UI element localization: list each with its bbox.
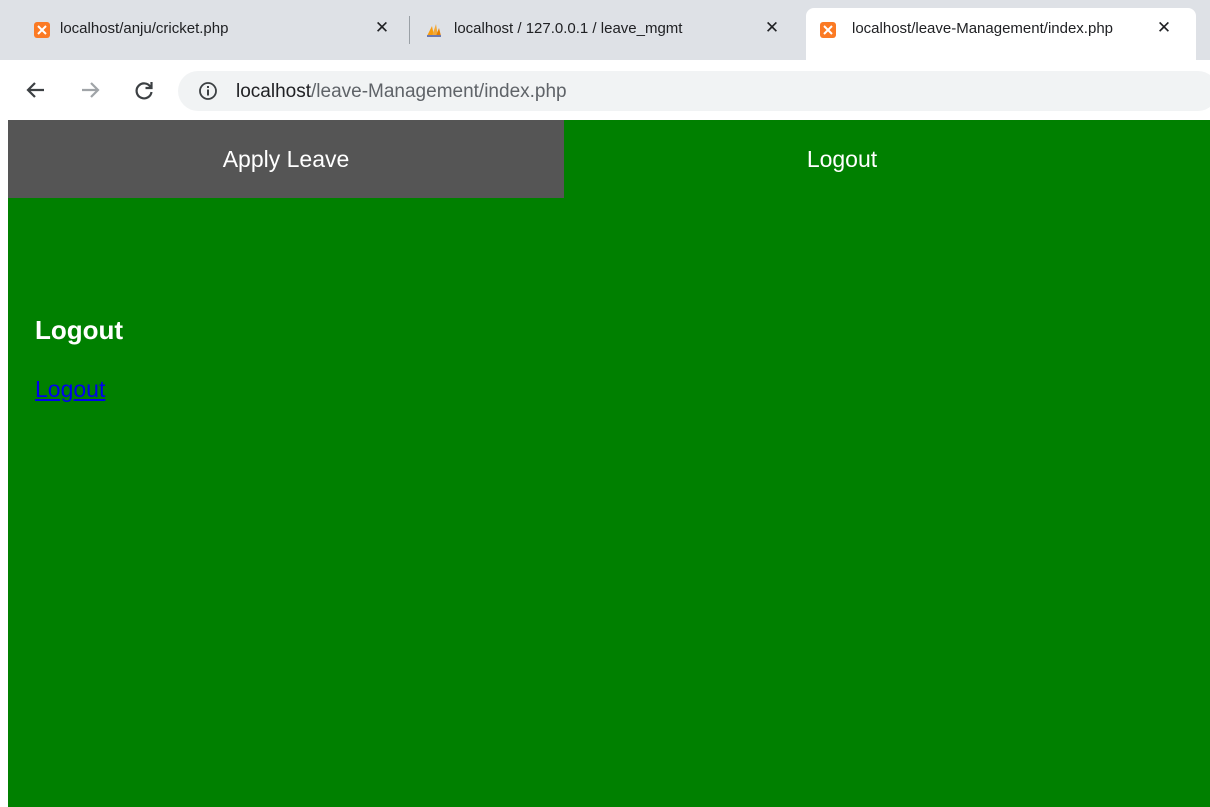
page-viewport: Apply Leave Logout Logout Logout (8, 120, 1210, 807)
reload-button[interactable] (128, 74, 160, 106)
browser-tab-cricket[interactable]: localhost/anju/cricket.php ✕ (20, 8, 404, 60)
main-content: Logout Logout (35, 315, 123, 403)
browser-tab-phpmyadmin[interactable]: localhost / 127.0.0.1 / leave_mgmt ✕ (412, 8, 802, 60)
tab-title: localhost/leave-Management/index.php (852, 20, 1113, 37)
xampp-icon (820, 22, 836, 38)
url-host: localhost (236, 81, 311, 102)
back-button[interactable] (20, 74, 52, 106)
logout-link[interactable]: Logout (35, 376, 105, 403)
close-tab-icon[interactable]: ✕ (762, 18, 782, 38)
browser-toolbar: localhost/leave-Management/index.php (0, 60, 1210, 120)
tab-title: localhost/anju/cricket.php (60, 20, 229, 37)
forward-arrow-icon (82, 82, 100, 98)
url-path: /leave-Management/index.php (311, 81, 567, 102)
close-tab-icon[interactable]: ✕ (1154, 18, 1174, 38)
phpmyadmin-icon (427, 24, 441, 37)
forward-button[interactable] (74, 74, 106, 106)
xampp-icon (34, 22, 50, 38)
url-text: localhost/leave-Management/index.php (236, 81, 567, 103)
info-icon[interactable] (198, 81, 218, 101)
browser-tab-leave-management[interactable]: localhost/leave-Management/index.php ✕ (806, 8, 1196, 60)
back-arrow-icon (26, 82, 44, 98)
reload-icon (135, 82, 153, 100)
nav-apply-leave[interactable]: Apply Leave (8, 120, 564, 198)
tab-separator (409, 16, 410, 44)
close-tab-icon[interactable]: ✕ (372, 18, 392, 38)
browser-tab-strip: localhost/anju/cricket.php ✕ localhost /… (0, 0, 1210, 60)
address-bar[interactable]: localhost/leave-Management/index.php (178, 71, 1210, 111)
nav-logout[interactable]: Logout (564, 120, 1120, 198)
section-heading: Logout (35, 315, 124, 345)
tab-title: localhost / 127.0.0.1 / leave_mgmt (454, 20, 683, 37)
top-navbar: Apply Leave Logout (8, 120, 1210, 198)
